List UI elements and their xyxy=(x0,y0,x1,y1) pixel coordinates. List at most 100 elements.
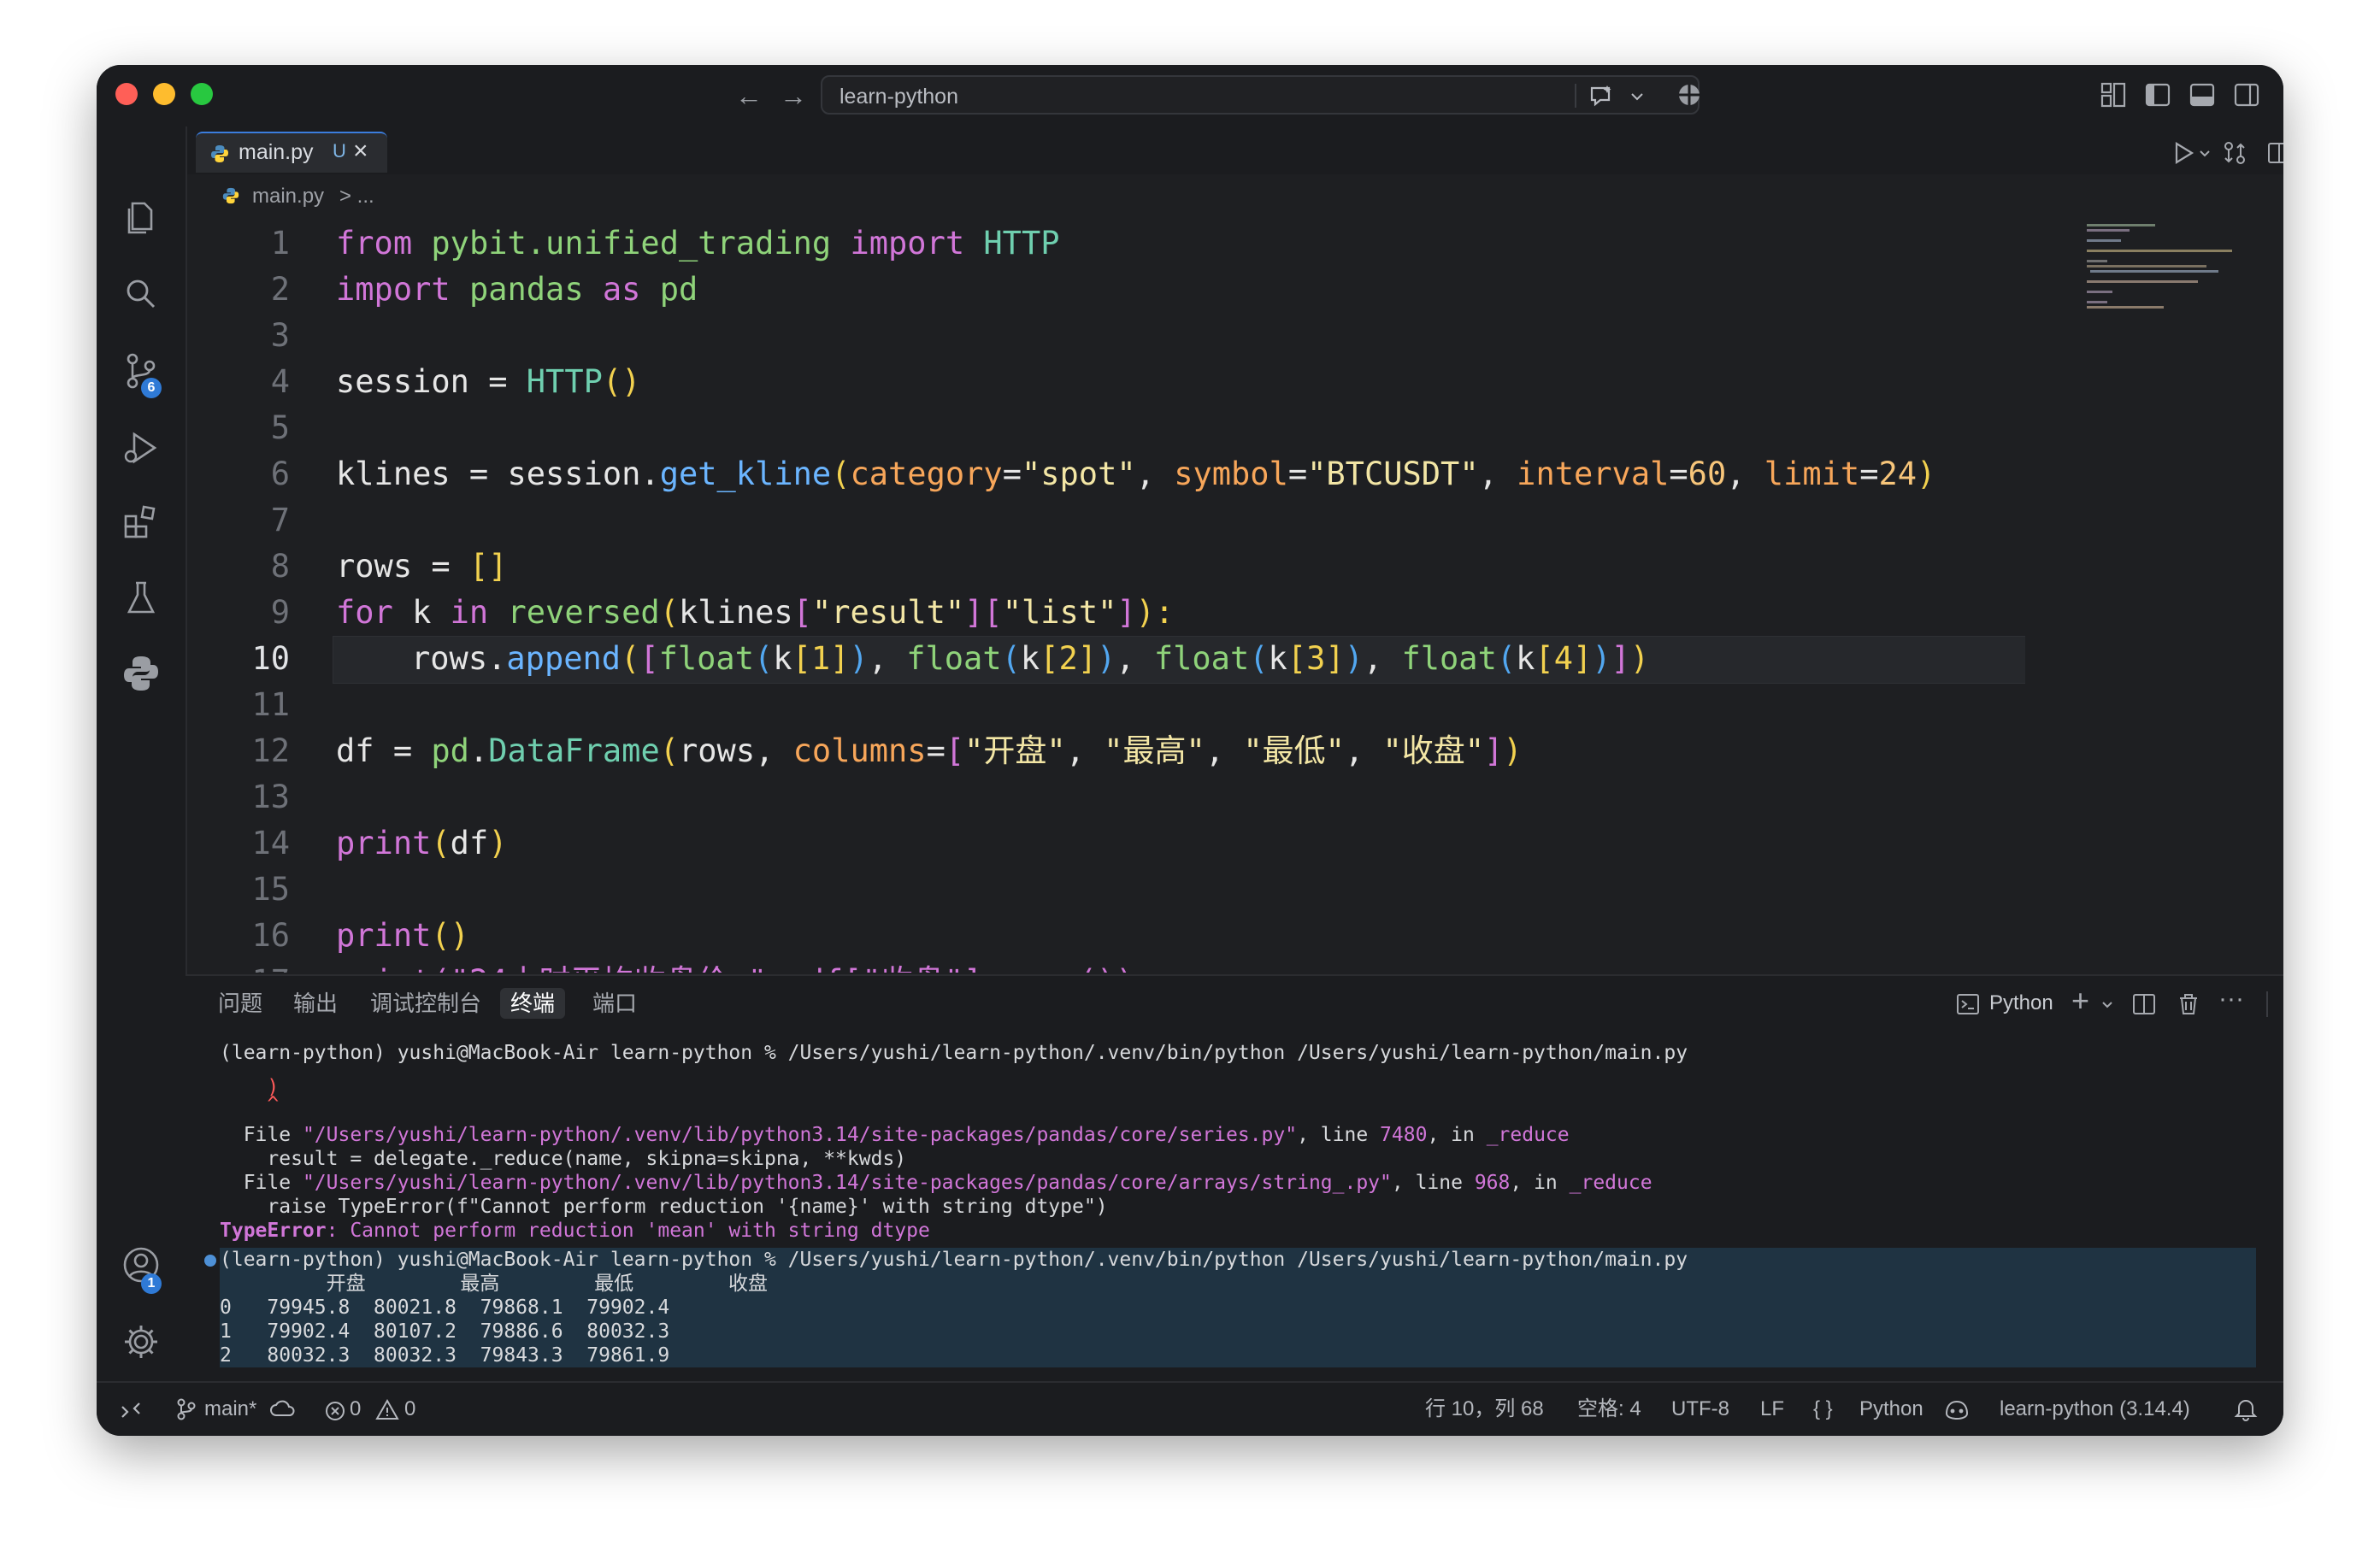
search-icon[interactable] xyxy=(121,273,162,315)
explorer-icon[interactable] xyxy=(121,198,162,239)
code-line: 17 print("24小时平均收盘价:", df["收盘"].mean()) xyxy=(187,959,2025,973)
token: df xyxy=(450,825,489,861)
code-text: for k in reversed(klines["result"]["list… xyxy=(336,590,1174,636)
tab-debug-console[interactable]: 调试控制台 xyxy=(360,988,492,1019)
customize-layout-icon[interactable] xyxy=(2099,80,2128,109)
toggle-secondary-sidebar-icon[interactable] xyxy=(2232,80,2261,109)
token: ][ xyxy=(964,594,1003,631)
token: File xyxy=(220,1172,303,1194)
token: float xyxy=(1153,640,1250,677)
code-line: 5 xyxy=(187,405,2025,451)
copilot-icon[interactable] xyxy=(1675,80,1704,109)
tab-problems[interactable]: 问题 xyxy=(208,988,273,1019)
code-area[interactable]: 1 from pybit.unified_trading import HTTP… xyxy=(187,220,2025,973)
split-terminal-icon[interactable] xyxy=(2131,991,2157,1017)
split-editor-icon[interactable] xyxy=(2266,140,2283,166)
line-number: 12 xyxy=(251,732,290,769)
minimap[interactable] xyxy=(2087,220,2241,323)
run-debug-icon[interactable] xyxy=(121,427,162,468)
breadcrumb-symbols[interactable]: > ... xyxy=(339,185,374,209)
code-line: 15 xyxy=(187,867,2025,913)
vscode-window: ← → learn-python 6 1 main.py U × main.py… xyxy=(97,65,2283,1436)
untracked-badge: U xyxy=(333,140,346,162)
line-number: 13 xyxy=(251,779,290,815)
code-line: 16 print() xyxy=(187,913,2025,959)
token: get_kline xyxy=(659,456,832,492)
token: pd xyxy=(659,271,698,308)
cursor-position[interactable]: 行 10，列 68 xyxy=(1425,1396,1544,1422)
toggle-panel-icon[interactable] xyxy=(2188,80,2217,109)
encoding[interactable]: UTF-8 xyxy=(1671,1396,1729,1422)
code-line: 12 df = pd.DataFrame(rows, columns=["开盘"… xyxy=(187,728,2025,774)
terminal-profile[interactable]: Python xyxy=(1989,991,2053,1015)
token: = xyxy=(1669,456,1688,492)
cloud-sync-icon[interactable] xyxy=(269,1398,295,1422)
zoom-window-button[interactable] xyxy=(191,83,213,105)
token: ( xyxy=(659,732,679,769)
terminal-line: 0 79945.8 80021.8 79868.1 79902.4 xyxy=(220,1296,670,1319)
extensions-icon[interactable] xyxy=(121,503,162,544)
code-line: 6 klines = session.get_kline(category="s… xyxy=(187,451,2025,497)
terminal-line: 1 79902.4 80107.2 79886.6 80032.3 xyxy=(220,1320,670,1343)
warning-count[interactable]: 0 xyxy=(404,1396,415,1422)
plus-icon[interactable]: + xyxy=(2071,983,2089,1019)
close-icon[interactable]: × xyxy=(353,137,368,166)
line-ending[interactable]: LF xyxy=(1760,1396,1784,1422)
chat-sparkle-icon[interactable] xyxy=(1588,84,1614,109)
error-icon[interactable] xyxy=(324,1400,346,1422)
breadcrumb-file[interactable]: main.py xyxy=(252,185,324,209)
gear-icon[interactable] xyxy=(121,1321,162,1362)
trash-icon[interactable] xyxy=(2176,991,2201,1017)
token: File xyxy=(220,1124,303,1146)
more-actions-icon[interactable]: ··· xyxy=(2218,985,2244,1014)
token: ] xyxy=(1484,732,1504,769)
token: , xyxy=(1135,456,1175,492)
chevron-down-icon[interactable] xyxy=(2198,147,2212,161)
token: k xyxy=(773,640,792,677)
token: ): xyxy=(1135,594,1175,631)
open-changes-icon[interactable] xyxy=(2222,140,2247,166)
git-branch-icon[interactable] xyxy=(174,1396,199,1422)
git-branch[interactable]: main* xyxy=(204,1396,256,1422)
token: pd xyxy=(431,732,469,769)
chevron-down-icon[interactable] xyxy=(2100,998,2114,1012)
token: ( xyxy=(431,825,451,861)
copilot-status-icon[interactable] xyxy=(1943,1396,1971,1422)
token: ) xyxy=(1503,732,1523,769)
chevron-down-icon[interactable] xyxy=(1629,89,1645,104)
divider xyxy=(2266,991,2268,1017)
terminal-line: 开盘 最高 最低 收盘 xyxy=(220,1273,768,1295)
tab-terminal[interactable]: 终端 xyxy=(500,988,566,1019)
minimize-window-button[interactable] xyxy=(153,83,175,105)
arrow-left-icon[interactable]: ← xyxy=(735,79,763,113)
token: ] xyxy=(1116,594,1136,631)
token: k xyxy=(392,594,451,631)
terminal-output-recent[interactable]: (learn-python) yushi@MacBook-Air learn-p… xyxy=(220,1248,2254,1376)
close-window-button[interactable] xyxy=(115,83,138,105)
token: df = xyxy=(336,732,432,769)
token: : Cannot perform reduction 'mean' with s… xyxy=(326,1220,930,1242)
tab-ports[interactable]: 端口 xyxy=(582,988,647,1019)
token: k xyxy=(1268,640,1287,677)
python-interpreter[interactable]: learn-python (3.14.4) xyxy=(2000,1396,2190,1422)
toggle-primary-sidebar-icon[interactable] xyxy=(2143,80,2172,109)
token: = xyxy=(1002,456,1022,492)
indentation[interactable]: 空格: 4 xyxy=(1577,1396,1641,1422)
tab-main-py[interactable]: main.py U × xyxy=(196,132,387,173)
token: "spot" xyxy=(1021,456,1136,492)
run-icon[interactable] xyxy=(2171,140,2196,166)
remote-icon[interactable] xyxy=(119,1398,143,1422)
token: , xyxy=(1205,732,1244,769)
arrow-right-icon[interactable]: → xyxy=(780,79,807,113)
token: ( xyxy=(1496,640,1517,677)
command-decoration-icon[interactable] xyxy=(204,1255,216,1267)
testing-flask-icon[interactable] xyxy=(121,578,162,619)
language-mode[interactable]: Python xyxy=(1859,1396,1923,1422)
command-center[interactable]: learn-python xyxy=(821,75,1700,115)
tab-output[interactable]: 输出 xyxy=(283,988,348,1019)
python-icon[interactable] xyxy=(121,653,162,694)
warning-icon[interactable] xyxy=(375,1398,399,1422)
bell-icon[interactable] xyxy=(2234,1396,2258,1422)
terminal-line: ^ xyxy=(220,1093,280,1115)
error-count[interactable]: 0 xyxy=(350,1396,361,1422)
